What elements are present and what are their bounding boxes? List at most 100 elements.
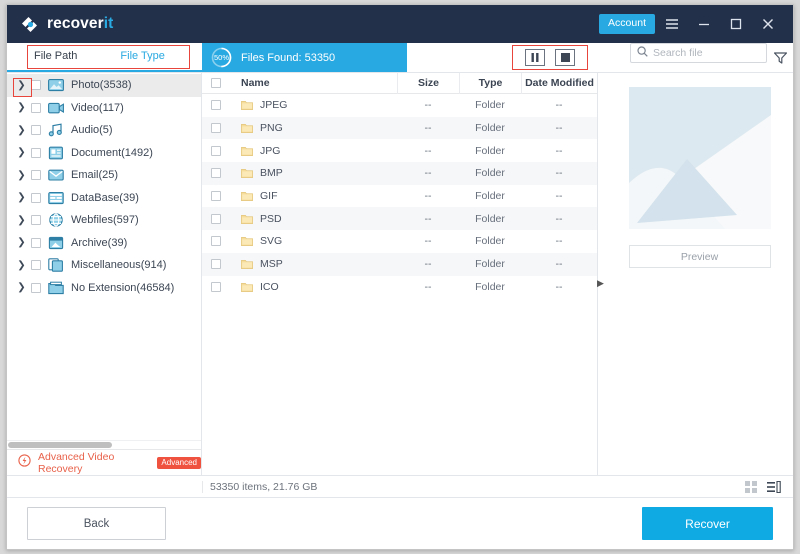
advanced-video-recovery-row[interactable]: Advanced Video Recovery Advanced <box>7 449 201 475</box>
table-row[interactable]: JPG--Folder-- <box>202 139 597 162</box>
collapse-panel-arrow-icon[interactable]: ▶ <box>597 278 604 289</box>
pause-icon[interactable] <box>525 49 545 66</box>
row-size-cell: -- <box>397 122 459 134</box>
expand-chevron-icon[interactable]: ❯ <box>15 170 28 181</box>
toolbar-gap <box>407 43 512 72</box>
select-all-checkbox[interactable] <box>202 78 230 88</box>
table-row[interactable]: MSP--Folder-- <box>202 253 597 276</box>
sidebar-item-photo[interactable]: ❯Photo(3538) <box>7 74 201 97</box>
table-row[interactable]: GIF--Folder-- <box>202 185 597 208</box>
sidebar-item-audio[interactable]: ❯Audio(5) <box>7 119 201 142</box>
expand-chevron-icon[interactable]: ❯ <box>15 215 28 226</box>
row-checkbox[interactable] <box>202 236 230 246</box>
row-date-cell: -- <box>521 258 597 270</box>
row-checkbox[interactable] <box>202 282 230 292</box>
sidebar-item-checkbox[interactable] <box>31 148 41 158</box>
preview-button[interactable]: Preview <box>629 245 771 268</box>
recover-button[interactable]: Recover <box>642 507 773 540</box>
sidebar-item-label: Webfiles(597) <box>71 214 139 226</box>
column-header-name[interactable]: Name <box>230 77 397 89</box>
row-name-label: GIF <box>260 190 278 202</box>
advanced-recovery-icon <box>18 454 31 472</box>
sidebar-item-checkbox[interactable] <box>31 193 41 203</box>
sidebar-item-document[interactable]: ❯Document(1492) <box>7 142 201 165</box>
sidebar-item-database[interactable]: ❯DataBase(39) <box>7 187 201 210</box>
row-checkbox[interactable] <box>202 214 230 224</box>
sidebar-item-checkbox[interactable] <box>31 215 41 225</box>
email-icon <box>48 168 64 182</box>
filter-icon[interactable] <box>767 43 793 72</box>
sidebar-item-miscellaneous[interactable]: ❯Miscellaneous(914) <box>7 254 201 277</box>
app-title: recoverit <box>47 15 113 33</box>
sidebar-item-checkbox[interactable] <box>31 103 41 113</box>
table-row[interactable]: SVG--Folder-- <box>202 230 597 253</box>
scan-percent-label: 50% <box>211 47 232 68</box>
advanced-video-recovery-label: Advanced Video Recovery <box>38 451 150 475</box>
table-row[interactable]: PNG--Folder-- <box>202 117 597 140</box>
expand-chevron-icon[interactable]: ❯ <box>15 147 28 158</box>
sidebar-item-checkbox[interactable] <box>31 125 41 135</box>
column-header-date-modified[interactable]: Date Modified <box>521 73 597 94</box>
tab-file-path[interactable]: File Path <box>34 51 77 62</box>
expand-chevron-icon[interactable]: ❯ <box>15 237 28 248</box>
grid-view-icon[interactable] <box>745 481 757 493</box>
sidebar-item-checkbox[interactable] <box>31 260 41 270</box>
sidebar-item-checkbox[interactable] <box>31 80 41 90</box>
stop-icon[interactable] <box>555 49 575 66</box>
minimize-icon[interactable] <box>689 9 719 39</box>
expand-chevron-icon[interactable]: ❯ <box>15 192 28 203</box>
row-checkbox[interactable] <box>202 123 230 133</box>
file-rows: JPEG--Folder-- PNG--Folder-- JPG--Folder… <box>202 94 597 475</box>
sidebar-item-email[interactable]: ❯ Email(25) <box>7 164 201 187</box>
sidebar-item-archive[interactable]: ❯Archive(39) <box>7 232 201 255</box>
list-view-icon[interactable] <box>767 481 781 493</box>
scrollbar-thumb[interactable] <box>8 442 112 448</box>
sidebar-item-label: No Extension(46584) <box>71 282 174 294</box>
database-icon <box>48 191 64 205</box>
expand-chevron-icon[interactable]: ❯ <box>15 80 28 91</box>
sidebar-item-checkbox[interactable] <box>31 170 41 180</box>
panel-divider[interactable]: ▶ <box>597 73 606 475</box>
table-row[interactable]: ICO--Folder-- <box>202 276 597 299</box>
expand-chevron-icon[interactable]: ❯ <box>15 260 28 271</box>
column-header-size[interactable]: Size <box>397 73 459 94</box>
sidebar-item-no-extension[interactable]: ❯ No Extension(46584) <box>7 277 201 300</box>
status-summary-label: 53350 items, 21.76 GB <box>202 481 745 493</box>
expand-chevron-icon[interactable]: ❯ <box>15 102 28 113</box>
title-bar: recoverit Account <box>7 5 793 43</box>
row-date-cell: -- <box>521 281 597 293</box>
row-name-cell: JPEG <box>230 99 397 111</box>
table-row[interactable]: PSD--Folder-- <box>202 207 597 230</box>
sidebar-item-checkbox[interactable] <box>31 238 41 248</box>
sidebar-item-video[interactable]: ❯Video(117) <box>7 97 201 120</box>
row-type-cell: Folder <box>459 235 521 247</box>
expand-chevron-icon[interactable]: ❯ <box>15 125 28 136</box>
row-checkbox[interactable] <box>202 146 230 156</box>
account-button[interactable]: Account <box>599 14 655 34</box>
folder-icon <box>241 191 253 201</box>
row-type-cell: Folder <box>459 99 521 111</box>
hamburger-menu-icon[interactable] <box>657 9 687 39</box>
sidebar-horizontal-scrollbar[interactable] <box>7 440 201 449</box>
search-input[interactable] <box>653 47 760 59</box>
row-name-cell: GIF <box>230 190 397 202</box>
tab-file-type[interactable]: File Type <box>120 51 164 62</box>
maximize-icon[interactable] <box>721 9 751 39</box>
video-icon <box>48 101 64 115</box>
row-name-cell: PNG <box>230 122 397 134</box>
search-icon <box>637 44 648 62</box>
row-checkbox[interactable] <box>202 168 230 178</box>
sidebar-item-label: Email(25) <box>71 169 118 181</box>
expand-chevron-icon[interactable]: ❯ <box>15 282 28 293</box>
sidebar-item-checkbox[interactable] <box>31 283 41 293</box>
table-row[interactable]: BMP--Folder-- <box>202 162 597 185</box>
row-checkbox[interactable] <box>202 191 230 201</box>
sidebar-item-webfiles[interactable]: ❯ Webfiles(597) <box>7 209 201 232</box>
table-row[interactable]: JPEG--Folder-- <box>202 94 597 117</box>
back-button[interactable]: Back <box>27 507 166 540</box>
search-box[interactable] <box>630 43 767 63</box>
row-checkbox[interactable] <box>202 259 230 269</box>
row-checkbox[interactable] <box>202 100 230 110</box>
close-icon[interactable] <box>753 9 783 39</box>
column-header-type[interactable]: Type <box>459 73 521 94</box>
